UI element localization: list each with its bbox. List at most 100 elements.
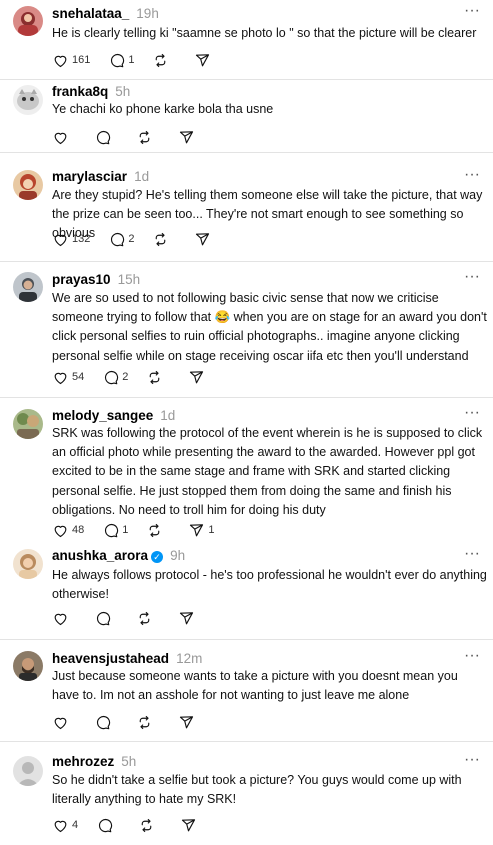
comment-icon (96, 715, 111, 729)
like-button[interactable] (52, 608, 76, 628)
more-options-icon[interactable]: ··· (463, 546, 481, 563)
share-count: 1 (208, 524, 215, 536)
share-button[interactable] (178, 608, 202, 628)
avatar[interactable] (13, 272, 43, 302)
post-header: anushka_arora ✓ 9h (52, 548, 185, 566)
share-icon (179, 715, 194, 728)
repost-icon (139, 715, 150, 729)
like-button[interactable]: 4 (52, 815, 78, 835)
post-header: marylasciar 1d (52, 169, 149, 187)
post: heavensjustahead 12m ··· Just because som… (0, 640, 493, 742)
share-button[interactable] (178, 127, 202, 147)
username[interactable]: prayas10 (52, 272, 111, 287)
share-button[interactable] (188, 367, 212, 387)
post-time: 5h (115, 84, 131, 99)
like-button[interactable] (52, 127, 76, 147)
reply-button[interactable]: 1 (102, 520, 128, 540)
share-icon (179, 130, 194, 143)
like-count: 54 (72, 371, 85, 383)
post-time: 5h (121, 754, 137, 769)
comment-icon (105, 370, 119, 384)
heart-icon (54, 55, 67, 67)
more-options-icon[interactable]: ··· (463, 405, 481, 422)
like-button[interactable]: 132 (52, 229, 90, 249)
heart-icon (54, 132, 67, 144)
more-options-icon[interactable]: ··· (463, 752, 481, 769)
reply-count: 1 (122, 524, 129, 536)
post-header: mehrozez 5h (52, 754, 136, 772)
heart-icon (54, 820, 67, 832)
post-time: 1d (160, 408, 176, 423)
share-icon (190, 370, 204, 383)
share-icon (182, 818, 196, 831)
username[interactable]: heavensjustahead (52, 651, 169, 666)
repost-button[interactable] (138, 815, 162, 835)
username[interactable]: franka8q (52, 84, 108, 99)
share-button[interactable] (180, 815, 204, 835)
more-options-icon[interactable]: ··· (463, 648, 481, 665)
heart-icon (54, 613, 67, 625)
avatar[interactable] (13, 6, 43, 36)
reply-count: 2 (128, 233, 135, 245)
share-button[interactable] (194, 229, 218, 249)
avatar[interactable] (13, 549, 43, 579)
avatar[interactable] (13, 756, 43, 786)
share-button[interactable]: 1 (188, 520, 215, 540)
post-actions: 132 2 (52, 229, 236, 249)
repost-icon (141, 818, 152, 832)
repost-button[interactable] (136, 608, 160, 628)
repost-button[interactable] (146, 367, 170, 387)
avatar[interactable] (13, 170, 43, 200)
repost-button[interactable] (152, 50, 176, 70)
reply-button[interactable] (96, 815, 120, 835)
reply-button[interactable] (94, 712, 118, 732)
reply-button[interactable] (94, 127, 118, 147)
username[interactable]: mehrozez (52, 754, 114, 769)
post-text: Ye chachi ko phone karke bola tha usne (52, 102, 274, 116)
like-button[interactable]: 161 (52, 50, 90, 70)
reply-button[interactable]: 2 (102, 367, 128, 387)
comment-icon (99, 818, 113, 832)
repost-button[interactable] (136, 127, 160, 147)
post-text: SRK was following the protocol of the ev… (52, 426, 483, 517)
reply-count: 1 (128, 54, 135, 66)
username[interactable]: snehalataa_ (52, 6, 129, 21)
share-icon (179, 611, 194, 624)
post: anushka_arora ✓ 9h ··· He always follows p… (0, 543, 493, 640)
post-time: 1d (134, 169, 150, 184)
repost-icon (156, 232, 166, 246)
repost-button[interactable] (146, 520, 170, 540)
like-button[interactable] (52, 712, 76, 732)
post-actions (52, 712, 220, 732)
repost-button[interactable] (136, 712, 160, 732)
avatar[interactable] (13, 651, 43, 681)
reply-count: 2 (122, 371, 129, 383)
avatar[interactable] (13, 85, 43, 115)
like-count: 48 (72, 524, 85, 536)
comment-icon (96, 611, 111, 625)
post-actions (52, 127, 220, 147)
reply-button[interactable]: 2 (108, 229, 134, 249)
post-text: Just because someone wants to take a pic… (52, 669, 458, 703)
reply-button[interactable]: 1 (108, 50, 134, 70)
post-text: He is clearly telling ki "saamne se phot… (52, 26, 477, 40)
more-options-icon[interactable]: ··· (463, 269, 481, 286)
avatar[interactable] (13, 409, 43, 439)
more-options-icon[interactable]: ··· (463, 3, 481, 20)
reply-button[interactable] (94, 608, 118, 628)
share-button[interactable] (194, 50, 218, 70)
like-button[interactable]: 48 (52, 520, 84, 540)
username[interactable]: marylasciar (52, 169, 127, 184)
username[interactable]: anushka_arora (52, 548, 148, 563)
post: melody_sangee 1d ··· SRK was following th… (0, 398, 493, 543)
username[interactable]: melody_sangee (52, 408, 153, 423)
like-count: 4 (72, 819, 79, 831)
post: franka8q 5h Ye chachi ko phone karke bola… (0, 80, 493, 153)
heart-icon (54, 525, 67, 537)
post: prayas10 15h ··· We are so used to not fo… (0, 262, 493, 398)
more-options-icon[interactable]: ··· (463, 167, 481, 184)
like-button[interactable]: 54 (52, 367, 84, 387)
post-actions: 48 1 1 (52, 520, 233, 540)
share-button[interactable] (178, 712, 202, 732)
repost-button[interactable] (152, 229, 176, 249)
